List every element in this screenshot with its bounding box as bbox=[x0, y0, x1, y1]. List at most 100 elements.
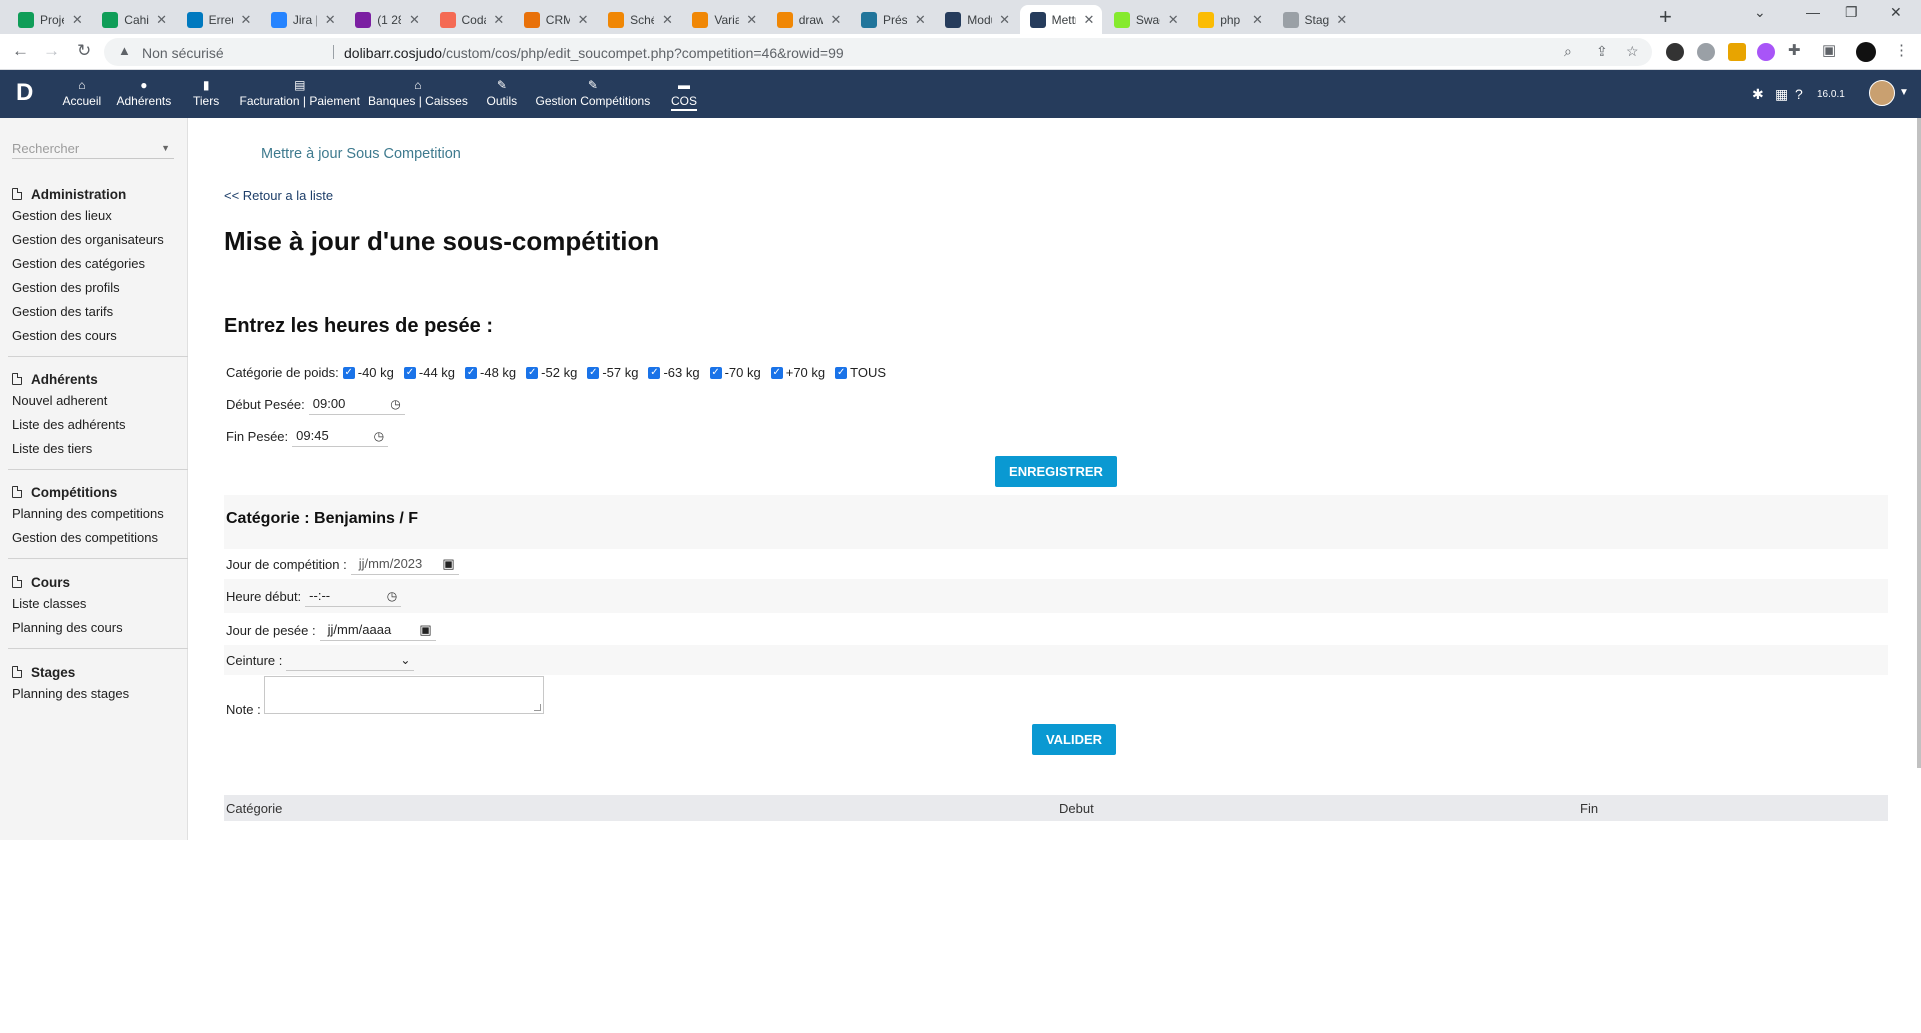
forward-icon[interactable]: → bbox=[43, 42, 60, 60]
close-icon[interactable]: ✕ bbox=[1082, 12, 1096, 28]
browser-tab[interactable]: Jira | Lo ✕ bbox=[261, 5, 343, 34]
calendar-icon[interactable]: ▣ bbox=[419, 622, 431, 638]
print-icon[interactable]: ▦ bbox=[1775, 86, 1788, 103]
close-icon[interactable]: ✕ bbox=[998, 12, 1012, 28]
close-icon[interactable]: ✕ bbox=[155, 12, 169, 28]
puzzle-icon[interactable]: ✚ bbox=[1788, 42, 1801, 60]
sidebar-item[interactable]: Liste classes bbox=[12, 592, 177, 616]
sidebar-item[interactable]: Gestion des organisateurs bbox=[12, 228, 177, 252]
debut-pesee-input[interactable]: 09:00 ◷ bbox=[308, 393, 405, 415]
menu-item-cos[interactable]: ▬ COS bbox=[671, 78, 698, 111]
weight-checkbox[interactable]: ✓ -63 kg bbox=[648, 365, 700, 380]
chevron-down-icon[interactable]: ▼ bbox=[161, 143, 170, 153]
weight-checkbox[interactable]: ✓ -44 kg bbox=[403, 365, 455, 380]
weight-checkbox[interactable]: ✓ -70 kg bbox=[709, 365, 761, 380]
browser-tab[interactable]: Project ✕ bbox=[8, 5, 90, 34]
sidebar-item[interactable]: Gestion des profils bbox=[12, 276, 177, 300]
close-icon[interactable]: ✕ bbox=[1335, 12, 1349, 28]
sidebar-item[interactable]: Gestion des competitions bbox=[12, 526, 177, 550]
tab-search-icon[interactable]: ⌄ bbox=[1754, 4, 1766, 21]
browser-tab[interactable]: Stages ✕ bbox=[1273, 5, 1355, 34]
column-header-categorie[interactable]: Catégorie bbox=[226, 801, 282, 816]
reload-icon[interactable]: ↻ bbox=[77, 42, 91, 60]
checkbox-checked-icon[interactable]: ✓ bbox=[770, 366, 783, 379]
browser-tab[interactable]: Coda | ✕ bbox=[430, 5, 512, 34]
browser-tab[interactable]: Cahier ✕ bbox=[92, 5, 174, 34]
warning-icon[interactable]: ▲ bbox=[118, 43, 131, 58]
close-icon[interactable]: ✕ bbox=[576, 12, 590, 28]
browser-tab[interactable]: draw.io ✕ bbox=[767, 5, 849, 34]
close-icon[interactable]: ✕ bbox=[407, 12, 421, 28]
checkbox-checked-icon[interactable]: ✓ bbox=[587, 366, 600, 379]
checkbox-checked-icon[interactable]: ✓ bbox=[835, 366, 848, 379]
browser-tab[interactable]: CRM C ✕ bbox=[514, 5, 596, 34]
checkbox-checked-icon[interactable]: ✓ bbox=[403, 366, 416, 379]
sidebar-item[interactable]: Gestion des lieux bbox=[12, 204, 177, 228]
chevron-down-icon[interactable]: ▼ bbox=[1899, 87, 1909, 98]
browser-tab[interactable]: Présent ✕ bbox=[851, 5, 933, 34]
weight-checkbox[interactable]: ✓ -52 kg bbox=[526, 365, 577, 380]
extension-icon[interactable] bbox=[1666, 43, 1684, 61]
note-textarea[interactable] bbox=[264, 676, 544, 714]
close-icon[interactable]: ✕ bbox=[829, 12, 843, 28]
close-icon[interactable]: ✕ bbox=[1166, 12, 1180, 28]
sidebar-item[interactable]: Liste des adhérents bbox=[12, 413, 177, 437]
ceinture-select[interactable]: ⌄ bbox=[286, 649, 415, 671]
weight-checkbox[interactable]: ✓ -40 kg bbox=[342, 365, 394, 380]
close-icon[interactable]: ✕ bbox=[745, 12, 759, 28]
clock-icon[interactable]: ◷ bbox=[390, 397, 400, 411]
chevron-down-icon[interactable]: ⌄ bbox=[400, 653, 410, 667]
fin-pesee-input[interactable]: 09:45 ◷ bbox=[292, 425, 389, 447]
browser-tab[interactable]: Erreur ✕ bbox=[177, 5, 259, 34]
address-bar[interactable]: ▲ Non sécurisé dolibarr.cosjudo/custom/c… bbox=[104, 38, 1652, 66]
close-icon[interactable]: ✕ bbox=[913, 12, 927, 28]
bug-icon[interactable]: ✱ bbox=[1752, 86, 1764, 103]
browser-tab[interactable]: (1 280 ✕ bbox=[345, 5, 427, 34]
extension-icon[interactable] bbox=[1728, 43, 1746, 61]
checkbox-checked-icon[interactable]: ✓ bbox=[709, 366, 722, 379]
validate-button[interactable]: VALIDER bbox=[1032, 724, 1116, 755]
weight-checkbox[interactable]: ✓ +70 kg bbox=[770, 365, 825, 380]
menu-item-adh-rents[interactable]: ● Adhérents bbox=[117, 78, 172, 109]
menu-icon[interactable]: ⋮ bbox=[1894, 42, 1909, 60]
browser-tab[interactable]: Swagg ✕ bbox=[1104, 5, 1186, 34]
menu-item-gestion-comp-titions[interactable]: ✎ Gestion Compétitions bbox=[536, 78, 651, 109]
jour-competition-input[interactable]: jj/mm/2023 ▣ bbox=[350, 553, 459, 575]
page-scrollbar[interactable] bbox=[1917, 118, 1921, 768]
weight-checkbox[interactable]: ✓ TOUS bbox=[835, 365, 886, 380]
column-header-debut[interactable]: Debut bbox=[1059, 801, 1094, 816]
menu-item-facturation-paiement[interactable]: ▤ Facturation | Paiement bbox=[240, 78, 361, 109]
sidebar-item[interactable]: Gestion des catégories bbox=[12, 252, 177, 276]
back-icon[interactable]: ← bbox=[12, 42, 29, 60]
sidebar-item[interactable]: Planning des cours bbox=[12, 616, 177, 640]
help-icon[interactable]: ? bbox=[1795, 86, 1803, 102]
menu-item-outils[interactable]: ✎ Outils bbox=[487, 78, 518, 109]
jour-pesee-input[interactable]: jj/mm/aaaa ▣ bbox=[319, 619, 436, 641]
sidebar-group-title[interactable]: Compétitions bbox=[12, 482, 177, 502]
weight-checkbox[interactable]: ✓ -48 kg bbox=[465, 365, 516, 380]
sidepanel-icon[interactable]: ▣ bbox=[1822, 42, 1836, 60]
close-icon[interactable]: ✕ bbox=[239, 12, 253, 28]
sidebar-group-title[interactable]: Cours bbox=[12, 572, 177, 592]
extension-icon[interactable] bbox=[1757, 43, 1775, 61]
browser-tab[interactable]: Modul ✕ bbox=[935, 5, 1017, 34]
close-icon[interactable]: ✕ bbox=[323, 12, 337, 28]
menu-item-tiers[interactable]: ▮ Tiers bbox=[193, 78, 219, 109]
close-icon[interactable]: ✕ bbox=[492, 12, 506, 28]
column-header-fin[interactable]: Fin bbox=[1580, 801, 1598, 816]
sidebar-item[interactable]: Gestion des tarifs bbox=[12, 300, 177, 324]
checkbox-checked-icon[interactable]: ✓ bbox=[342, 366, 355, 379]
zoom-icon[interactable]: ⌕ bbox=[1564, 43, 1572, 60]
minimize-icon[interactable]: — bbox=[1806, 4, 1820, 20]
bookmark-star-icon[interactable]: ☆ bbox=[1626, 43, 1639, 60]
close-icon[interactable]: ✕ bbox=[660, 12, 674, 28]
clock-icon[interactable]: ◷ bbox=[387, 589, 397, 603]
sidebar-item[interactable]: Liste des tiers bbox=[12, 437, 177, 461]
search-select[interactable]: Rechercher ▼ bbox=[12, 141, 174, 159]
sidebar-item[interactable]: Nouvel adherent bbox=[12, 389, 177, 413]
sidebar-group-title[interactable]: Adhérents bbox=[12, 369, 177, 389]
browser-tab[interactable]: php - C ✕ bbox=[1188, 5, 1270, 34]
sidebar-item[interactable]: Planning des stages bbox=[12, 682, 177, 706]
sidebar-item[interactable]: Planning des competitions bbox=[12, 502, 177, 526]
browser-tab[interactable]: Schéma ✕ bbox=[598, 5, 680, 34]
